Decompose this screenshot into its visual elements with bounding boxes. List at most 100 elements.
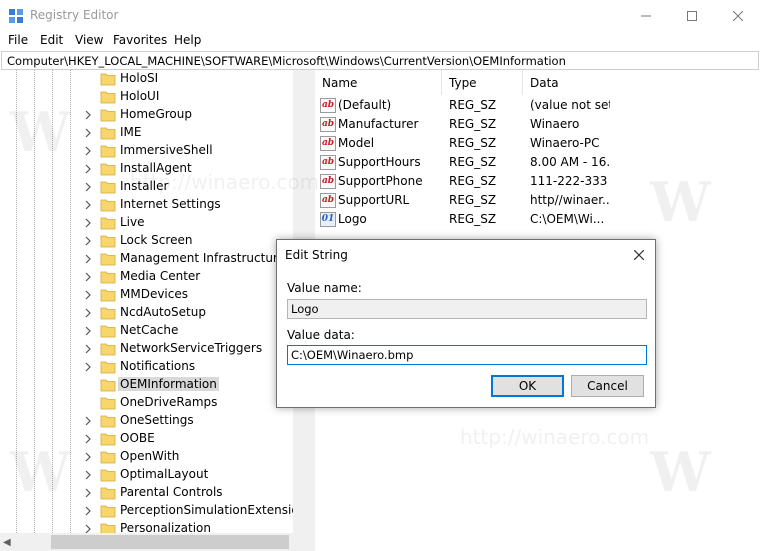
- tree-item[interactable]: HoloUI: [0, 88, 300, 106]
- value-row[interactable]: ab SupportPhone REG_SZ 111-222-333: [315, 172, 761, 191]
- tree-item[interactable]: Parental Controls: [0, 484, 300, 502]
- tree-item[interactable]: Live: [0, 214, 300, 232]
- chevron-right-icon[interactable]: [84, 200, 92, 210]
- folder-icon: [100, 433, 116, 446]
- folder-icon: [100, 469, 116, 482]
- tree-item[interactable]: Internet Settings: [0, 196, 300, 214]
- tree-item[interactable]: Installer: [0, 178, 300, 196]
- tree-item[interactable]: NcdAutoSetup: [0, 304, 300, 322]
- menu-favorites[interactable]: Favorites: [113, 33, 167, 47]
- binary-value-icon: 01: [320, 212, 336, 227]
- chevron-right-icon[interactable]: [84, 236, 92, 246]
- value-name: Model: [338, 136, 375, 150]
- value-type: REG_SZ: [449, 193, 497, 207]
- chevron-right-icon[interactable]: [84, 308, 92, 318]
- value-type: REG_SZ: [449, 155, 497, 169]
- folder-icon: [100, 415, 116, 428]
- value-row[interactable]: ab SupportURL REG_SZ http//winaer...: [315, 191, 761, 210]
- column-header-data[interactable]: Data: [523, 70, 623, 95]
- tree-item[interactable]: PerceptionSimulationExtensions: [0, 502, 309, 520]
- tree-item[interactable]: OEMInformation: [0, 376, 300, 394]
- menu-view[interactable]: View: [75, 33, 103, 47]
- cancel-button[interactable]: Cancel: [571, 375, 644, 397]
- tree-item[interactable]: OneSettings: [0, 412, 300, 430]
- chevron-right-icon[interactable]: [84, 452, 92, 462]
- scroll-left-icon[interactable]: ◀: [3, 537, 11, 548]
- chevron-right-icon[interactable]: [84, 110, 92, 120]
- value-data: Winaero: [530, 117, 580, 131]
- tree-item[interactable]: NetCache: [0, 322, 300, 340]
- tree-item-label: Media Center: [120, 269, 201, 283]
- chevron-right-icon[interactable]: [84, 164, 92, 174]
- value-row[interactable]: abSupportHours REG_SZ 8.00 AM - 16....: [315, 153, 761, 172]
- tree-item[interactable]: Notifications: [0, 358, 300, 376]
- tree-item-label: Lock Screen: [120, 233, 193, 247]
- chevron-right-icon[interactable]: [84, 416, 92, 426]
- chevron-right-icon[interactable]: [84, 182, 92, 192]
- chevron-right-icon[interactable]: [84, 326, 92, 336]
- tree-item-label: OptimalLayout: [120, 467, 209, 481]
- tree-item[interactable]: Lock Screen: [0, 232, 300, 250]
- minimize-button[interactable]: [623, 0, 669, 31]
- dialog-close-button[interactable]: [629, 245, 649, 265]
- folder-icon: [100, 343, 116, 356]
- string-value-icon: ab: [320, 117, 336, 132]
- maximize-button[interactable]: [669, 0, 715, 31]
- ok-button[interactable]: OK: [491, 375, 564, 397]
- chevron-right-icon[interactable]: [84, 506, 92, 516]
- tree-horizontal-scrollbar[interactable]: ◀: [0, 533, 309, 551]
- value-type: REG_SZ: [449, 212, 497, 226]
- folder-icon: [100, 361, 116, 374]
- value-row[interactable]: ab Model REG_SZ Winaero-PC: [315, 134, 761, 153]
- chevron-right-icon[interactable]: [84, 218, 92, 228]
- folder-icon: [100, 163, 116, 176]
- chevron-right-icon[interactable]: [84, 470, 92, 480]
- chevron-right-icon[interactable]: [84, 146, 92, 156]
- tree-item[interactable]: NetworkServiceTriggers: [0, 340, 300, 358]
- column-header-name-label: Name: [322, 76, 358, 90]
- menu-file[interactable]: File: [8, 33, 28, 47]
- dialog-title: Edit String: [285, 248, 348, 262]
- chevron-right-icon[interactable]: [84, 434, 92, 444]
- tree-item[interactable]: Management Infrastructure: [0, 250, 300, 268]
- chevron-right-icon[interactable]: [84, 290, 92, 300]
- chevron-right-icon[interactable]: [84, 362, 92, 372]
- chevron-right-icon[interactable]: [84, 272, 92, 282]
- tree-item[interactable]: OpenWith: [0, 448, 300, 466]
- chevron-right-icon[interactable]: [84, 488, 92, 498]
- value-data-input[interactable]: C:\OEM\Winaero.bmp: [287, 345, 647, 365]
- chevron-right-icon[interactable]: [84, 254, 92, 264]
- tree-item[interactable]: HomeGroup: [0, 106, 300, 124]
- close-button[interactable]: [715, 0, 761, 31]
- edit-string-dialog[interactable]: Edit String Value name: Logo Value data:…: [276, 239, 656, 408]
- value-row[interactable]: ab Manufacturer REG_SZ Winaero: [315, 115, 761, 134]
- tree-item[interactable]: HoloSI: [0, 70, 300, 88]
- value-row[interactable]: 01 Logo REG_SZ C:\OEM\Wi...: [315, 210, 761, 229]
- tree-item[interactable]: InstallAgent: [0, 160, 300, 178]
- menu-edit[interactable]: Edit: [40, 33, 63, 47]
- column-header-type[interactable]: Type: [442, 70, 523, 95]
- key-tree[interactable]: HoloSI HoloUI HomeGroup IME ImmersiveShell In…: [0, 70, 309, 551]
- menu-bar: File Edit View Favorites Help: [0, 31, 761, 51]
- tree-horizontal-scroll-thumb[interactable]: [51, 535, 289, 549]
- folder-icon: [100, 271, 116, 284]
- tree-item[interactable]: OOBE: [0, 430, 300, 448]
- tree-item[interactable]: OptimalLayout: [0, 466, 300, 484]
- value-name: SupportHours: [338, 155, 421, 169]
- tree-item[interactable]: MMDevices: [0, 286, 300, 304]
- tree-item[interactable]: ImmersiveShell: [0, 142, 300, 160]
- value-row[interactable]: ab (Default) REG_SZ (value not set): [315, 96, 761, 115]
- menu-help[interactable]: Help: [174, 33, 201, 47]
- tree-item-label: OEMInformation: [118, 377, 219, 391]
- tree-item[interactable]: Media Center: [0, 268, 300, 286]
- chevron-right-icon[interactable]: [84, 344, 92, 354]
- folder-icon: [100, 145, 116, 158]
- value-name: SupportPhone: [338, 174, 423, 188]
- column-header-name[interactable]: Name: [315, 70, 442, 95]
- address-bar[interactable]: Computer\HKEY_LOCAL_MACHINE\SOFTWARE\Mic…: [1, 51, 759, 70]
- tree-item[interactable]: IME: [0, 124, 300, 142]
- chevron-right-icon[interactable]: [84, 128, 92, 138]
- minimize-icon: [641, 15, 651, 16]
- tree-item[interactable]: OneDriveRamps: [0, 394, 300, 412]
- tree-item-label: NetCache: [120, 323, 179, 337]
